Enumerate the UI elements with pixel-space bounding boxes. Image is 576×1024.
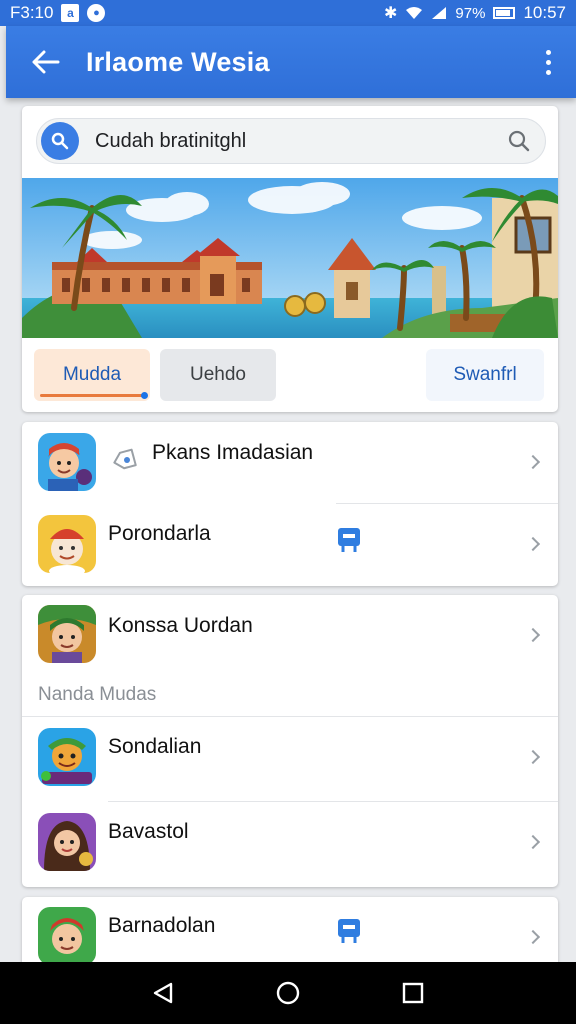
list-item-label: Pkans Imadasian bbox=[152, 441, 314, 464]
app-icon-warrior bbox=[38, 605, 96, 663]
list-item[interactable]: Bavastol bbox=[22, 802, 558, 882]
status-time-left: F3:10 bbox=[10, 3, 54, 22]
notification-app-icon: a bbox=[61, 4, 80, 22]
more-options-button[interactable] bbox=[520, 26, 576, 98]
list-item-label: Sondalian bbox=[108, 735, 202, 758]
page-title: Irlaome Wesia bbox=[86, 46, 270, 77]
chevron-right-icon bbox=[525, 627, 541, 643]
list-item[interactable]: Konssa Uordan bbox=[22, 595, 558, 675]
tab-uehdo-label: Uehdo bbox=[190, 364, 246, 385]
app-icon-boy bbox=[38, 433, 96, 491]
section-label: Nanda Mudas bbox=[38, 684, 157, 705]
more-vert-icon bbox=[545, 49, 551, 55]
search-bar[interactable] bbox=[36, 118, 546, 164]
list-item-label: Konssa Uordan bbox=[108, 614, 253, 637]
tag-icon bbox=[110, 446, 137, 474]
search-input[interactable] bbox=[95, 129, 475, 153]
back-nav-icon bbox=[153, 982, 172, 1004]
battery-percent: 97% bbox=[455, 4, 486, 22]
active-dot bbox=[141, 392, 148, 399]
wifi-icon bbox=[406, 7, 423, 19]
list-card-b: Konssa Uordan Nanda Mudas Sondalian Bava… bbox=[22, 595, 558, 887]
chevron-right-icon bbox=[525, 454, 541, 470]
header-card: Mudda Uehdo Swanfrl bbox=[22, 106, 558, 412]
battery-icon bbox=[493, 7, 516, 19]
app-icon-chef bbox=[38, 515, 96, 573]
magnifier-icon[interactable] bbox=[507, 129, 531, 153]
chevron-right-icon bbox=[525, 929, 541, 945]
list-card-a: Pkans Imadasian Porondarla bbox=[22, 422, 558, 586]
list-item[interactable]: Porondarla bbox=[22, 504, 558, 584]
status-bar: F3:10 a ● ✱ 97% 10:57 bbox=[0, 0, 576, 26]
bookmark-icon[interactable] bbox=[336, 917, 362, 945]
active-tab-indicator bbox=[40, 394, 144, 397]
notification-dot-icon: ● bbox=[87, 4, 106, 22]
back-nav-button[interactable] bbox=[143, 973, 183, 1013]
tab-mudda-label: Mudda bbox=[62, 364, 122, 385]
app-icon-hero bbox=[38, 907, 96, 965]
status-clock: 10:57 bbox=[523, 3, 566, 22]
chevron-right-icon bbox=[525, 536, 541, 552]
tab-uehdo[interactable]: Uehdo bbox=[160, 349, 276, 401]
app-bar: Irlaome Wesia bbox=[6, 26, 576, 98]
chevron-right-icon bbox=[525, 749, 541, 765]
home-nav-button[interactable] bbox=[268, 973, 308, 1013]
list-item-label: Barnadolan bbox=[108, 914, 216, 937]
bluetooth-icon: ✱ bbox=[384, 5, 398, 22]
tab-mudda[interactable]: Mudda bbox=[34, 349, 150, 401]
recents-nav-button[interactable] bbox=[393, 973, 433, 1013]
list-item-label: Bavastol bbox=[108, 820, 189, 843]
back-arrow-icon bbox=[32, 50, 60, 74]
bookmark-icon[interactable] bbox=[336, 526, 362, 554]
list-item[interactable]: Pkans Imadasian bbox=[22, 422, 558, 502]
tab-swanfrl-label: Swanfrl bbox=[453, 364, 517, 385]
featured-banner[interactable] bbox=[22, 178, 558, 338]
list-item[interactable]: Sondalian bbox=[22, 717, 558, 797]
signal-icon bbox=[432, 7, 447, 19]
chevron-right-icon bbox=[525, 834, 541, 850]
search-icon[interactable] bbox=[41, 122, 79, 160]
tab-swanfrl[interactable]: Swanfrl bbox=[426, 349, 544, 401]
home-nav-icon bbox=[276, 981, 300, 1005]
list-item-label: Porondarla bbox=[108, 522, 211, 545]
recents-nav-icon bbox=[403, 982, 424, 1004]
app-icon-goblin bbox=[38, 728, 96, 786]
system-nav-bar bbox=[0, 962, 576, 1024]
app-icon-lady bbox=[38, 813, 96, 871]
back-button[interactable] bbox=[6, 26, 86, 98]
